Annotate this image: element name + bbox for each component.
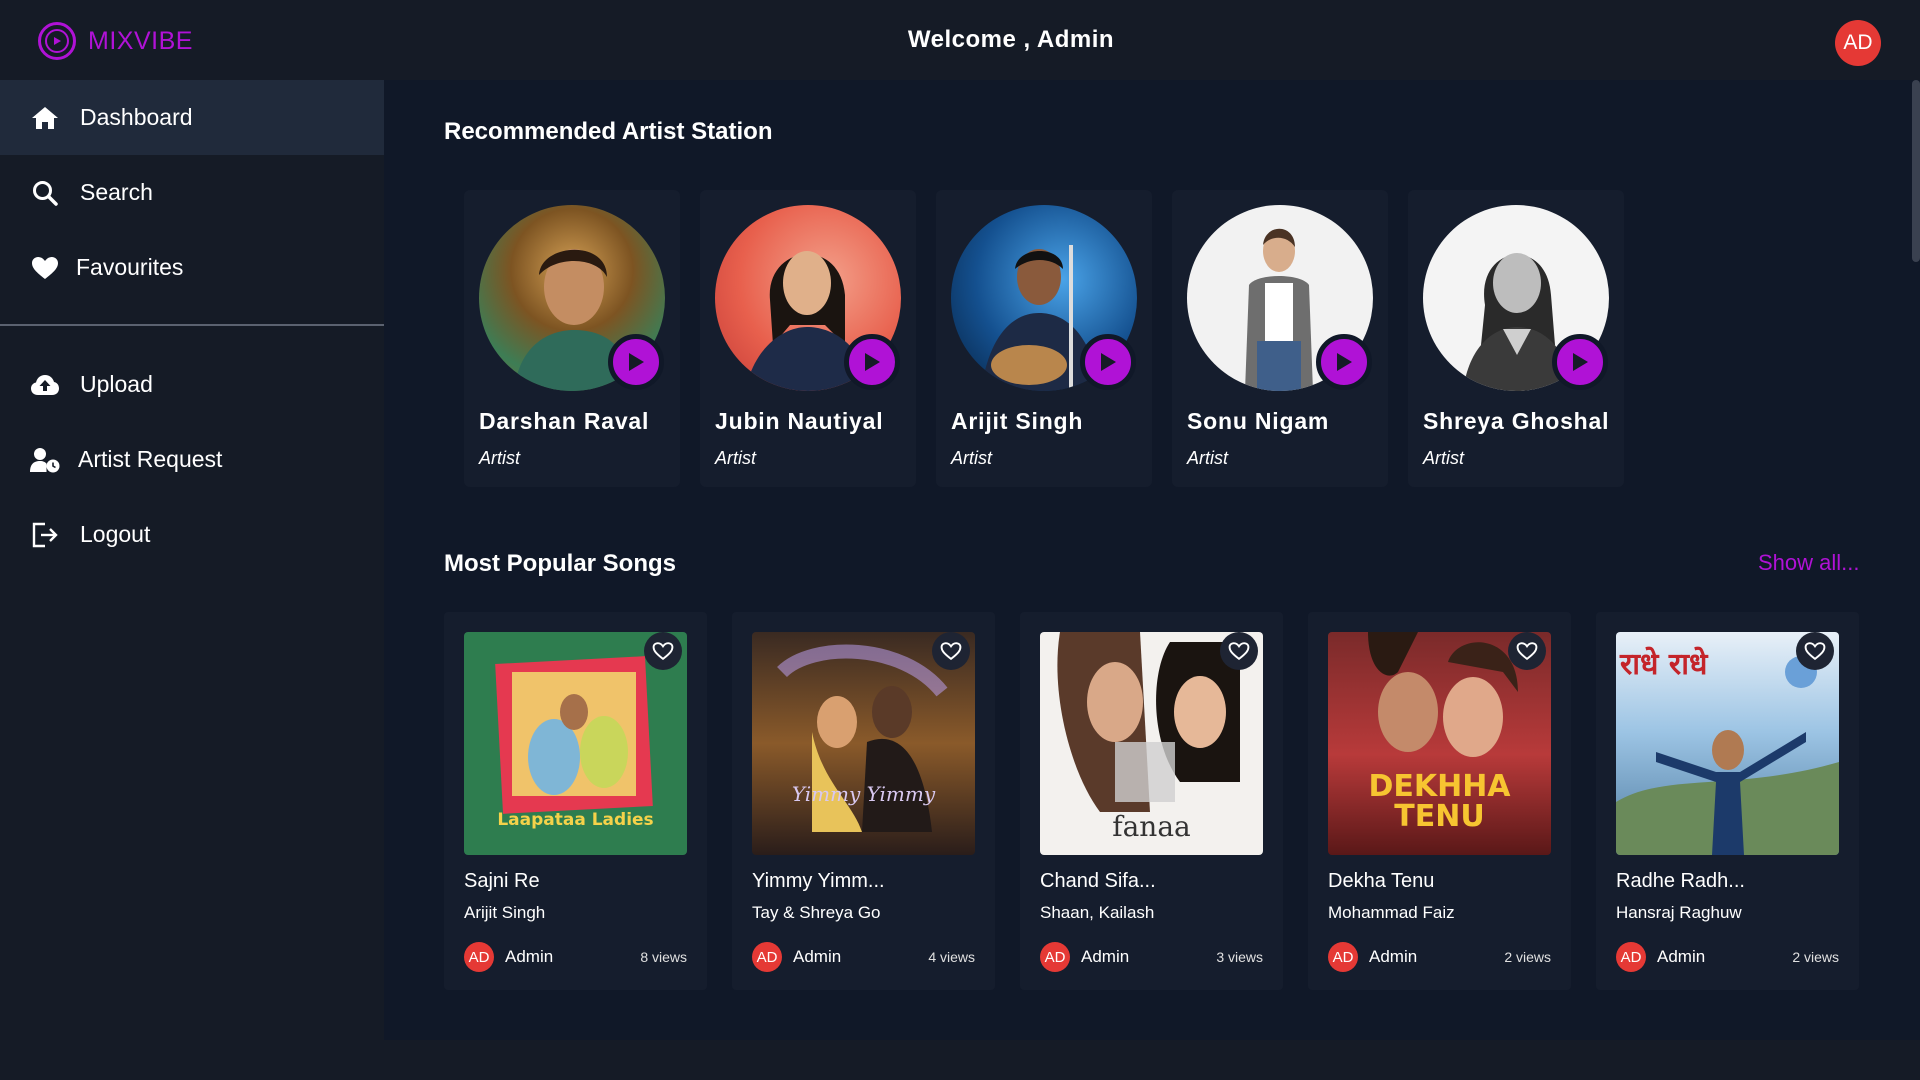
artist-name: Shreya Ghoshal — [1423, 408, 1610, 434]
cover-title: Laapataa Ladies — [497, 810, 654, 830]
sidebar-item-label: Logout — [80, 521, 151, 547]
artist-name: Arijit Singh — [951, 408, 1084, 434]
user-avatar[interactable]: AD — [1835, 20, 1881, 66]
artist-role: Artist — [1423, 448, 1465, 468]
song-artist: Hansraj Raghuw — [1616, 903, 1742, 922]
home-icon — [30, 103, 60, 133]
logout-icon — [30, 520, 60, 550]
artists-section-title: Recommended Artist Station — [444, 118, 773, 145]
sidebar-item-logout[interactable]: Logout — [0, 497, 384, 572]
top-bar: MIXVIBE Welcome , Admin AD — [0, 0, 1920, 80]
artist-role: Artist — [479, 448, 521, 468]
song-meta: AD Admin 4 views — [752, 942, 975, 972]
song-card[interactable]: Laapataa Ladies Sajni Re Arijit Singh AD… — [444, 612, 707, 990]
sidebar-item-label: Dashboard — [80, 104, 193, 130]
sidebar: Dashboard Search Favourites Upload Artis… — [0, 80, 384, 1080]
song-artist: Arijit Singh — [464, 903, 546, 922]
song-artist: Mohammad Faiz — [1328, 903, 1455, 922]
artist-role: Artist — [1187, 448, 1229, 468]
uploader-name: Admin — [1081, 947, 1130, 966]
song-artist: Tay & Shreya Go — [752, 903, 881, 922]
heart-outline-icon — [1228, 642, 1250, 661]
search-icon — [30, 178, 60, 208]
song-meta: AD Admin 2 views — [1616, 942, 1839, 972]
uploader-name: Admin — [505, 947, 554, 966]
play-button[interactable] — [1316, 334, 1372, 390]
uploader-avatar: AD — [1040, 942, 1070, 972]
cloud-upload-icon — [30, 370, 60, 400]
song-meta: AD Admin 8 views — [464, 942, 687, 972]
artist-card[interactable]: Arijit Singh Artist — [936, 190, 1152, 487]
sidebar-item-label: Upload — [80, 371, 153, 397]
song-title: Dekha Tenu — [1328, 870, 1435, 892]
cover-title: DEKHHA TENU — [1368, 769, 1511, 834]
song-title: Sajni Re — [464, 870, 540, 892]
uploader-avatar: AD — [1328, 942, 1358, 972]
song-meta: AD Admin 3 views — [1040, 942, 1263, 972]
cover-title: राधे राधे — [1620, 647, 1708, 682]
song-title: Yimmy Yimm... — [752, 870, 885, 892]
song-card[interactable]: राधे राधे Radhe Radh... Hansraj Raghuw A… — [1596, 612, 1859, 990]
cover-title: fanaa — [1112, 810, 1191, 843]
play-button[interactable] — [1552, 334, 1608, 390]
user-clock-icon — [30, 445, 60, 475]
view-count: 4 views — [928, 949, 975, 965]
sidebar-item-upload[interactable]: Upload — [0, 347, 384, 422]
artist-card[interactable]: Shreya Ghoshal Artist — [1408, 190, 1624, 487]
song-card[interactable]: DEKHHA TENU Dekha Tenu Mohammad Faiz AD … — [1308, 612, 1571, 990]
artist-role: Artist — [951, 448, 993, 468]
song-card[interactable]: Yimmy Yimmy Yimmy Yimm... Tay & Shreya G… — [732, 612, 995, 990]
sidebar-item-favourites[interactable]: Favourites — [0, 230, 384, 305]
sidebar-item-search[interactable]: Search — [0, 155, 384, 230]
view-count: 2 views — [1792, 949, 1839, 965]
uploader-name: Admin — [1657, 947, 1706, 966]
play-button[interactable] — [844, 334, 900, 390]
artist-name: Sonu Nigam — [1187, 408, 1330, 434]
scrollbar[interactable] — [1912, 80, 1920, 262]
heart-outline-icon — [1516, 642, 1538, 661]
view-count: 3 views — [1216, 949, 1263, 965]
artist-card[interactable]: Sonu Nigam Artist — [1172, 190, 1388, 487]
sidebar-divider — [0, 324, 384, 326]
song-meta: AD Admin 2 views — [1328, 942, 1551, 972]
sidebar-item-dashboard[interactable]: Dashboard — [0, 80, 384, 155]
view-count: 8 views — [640, 949, 687, 965]
view-count: 2 views — [1504, 949, 1551, 965]
uploader-avatar: AD — [464, 942, 494, 972]
song-artist: Shaan, Kailash — [1040, 903, 1155, 922]
artist-name: Jubin Nautiyal — [715, 408, 884, 434]
heart-outline-icon — [652, 642, 674, 661]
sidebar-item-label: Search — [80, 179, 153, 205]
song-title: Radhe Radh... — [1616, 870, 1745, 892]
song-title: Chand Sifa... — [1040, 870, 1156, 892]
artist-card[interactable]: Darshan Raval Artist — [464, 190, 680, 487]
songs-section-title: Most Popular Songs — [444, 550, 677, 577]
heart-outline-icon — [1804, 642, 1826, 661]
uploader-name: Admin — [793, 947, 842, 966]
heart-icon — [30, 253, 60, 283]
uploader-avatar: AD — [1616, 942, 1646, 972]
welcome-message: Welcome , Admin — [907, 26, 1115, 53]
heart-outline-icon — [940, 642, 962, 661]
favourite-button[interactable] — [644, 632, 682, 670]
favourite-button[interactable] — [932, 632, 970, 670]
show-all-link[interactable]: Show all... — [1758, 550, 1860, 576]
uploader-avatar: AD — [752, 942, 782, 972]
sidebar-item-label: Favourites — [76, 254, 184, 280]
song-card[interactable]: fanaa Chand Sifa... Shaan, Kailash AD Ad… — [1020, 612, 1283, 990]
artist-card[interactable]: Jubin Nautiyal Artist — [700, 190, 916, 487]
main-content: Recommended Artist Station Darshan Raval… — [384, 80, 1920, 1040]
uploader-name: Admin — [1369, 947, 1418, 966]
play-button[interactable] — [1080, 334, 1136, 390]
play-button[interactable] — [608, 334, 664, 390]
cover-title: Yimmy Yimmy — [791, 782, 936, 806]
favourite-button[interactable] — [1220, 632, 1258, 670]
favourite-button[interactable] — [1508, 632, 1546, 670]
sidebar-item-label: Artist Request — [78, 446, 223, 472]
artist-name: Darshan Raval — [479, 408, 650, 434]
favourite-button[interactable] — [1796, 632, 1834, 670]
artist-role: Artist — [715, 448, 757, 468]
sidebar-item-artist-request[interactable]: Artist Request — [0, 422, 384, 497]
